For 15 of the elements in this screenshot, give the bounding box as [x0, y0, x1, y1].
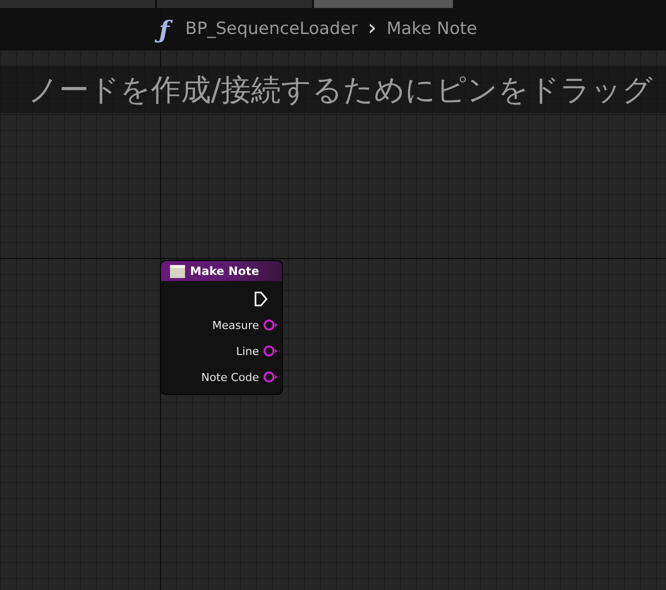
exec-pin-icon[interactable] — [254, 291, 268, 307]
node-title: Make Note — [190, 264, 260, 278]
pin-label: Note Code — [201, 370, 259, 384]
struct-icon — [170, 264, 185, 278]
pin-label: Measure — [212, 318, 259, 332]
function-name: Make Note — [386, 19, 478, 39]
graph-name[interactable]: BP_SequenceLoader — [185, 19, 358, 39]
output-pin-icon[interactable] — [263, 371, 278, 383]
pin-label: Line — [236, 344, 259, 358]
graph-canvas[interactable]: ƒ BP_SequenceLoader › Make Note ノードを作成/接続するためにピンをドラッグ Make Note Measure Line Note Code — [0, 0, 666, 590]
hint-text: ノードを作成/接続するためにピンをドラッグ — [27, 72, 654, 110]
chevron-icon: › — [368, 18, 377, 40]
output-pin-icon[interactable] — [263, 319, 278, 331]
output-pin-icon[interactable] — [263, 345, 278, 357]
blueprint-node[interactable]: Make Note Measure Line Note Code — [161, 261, 282, 394]
